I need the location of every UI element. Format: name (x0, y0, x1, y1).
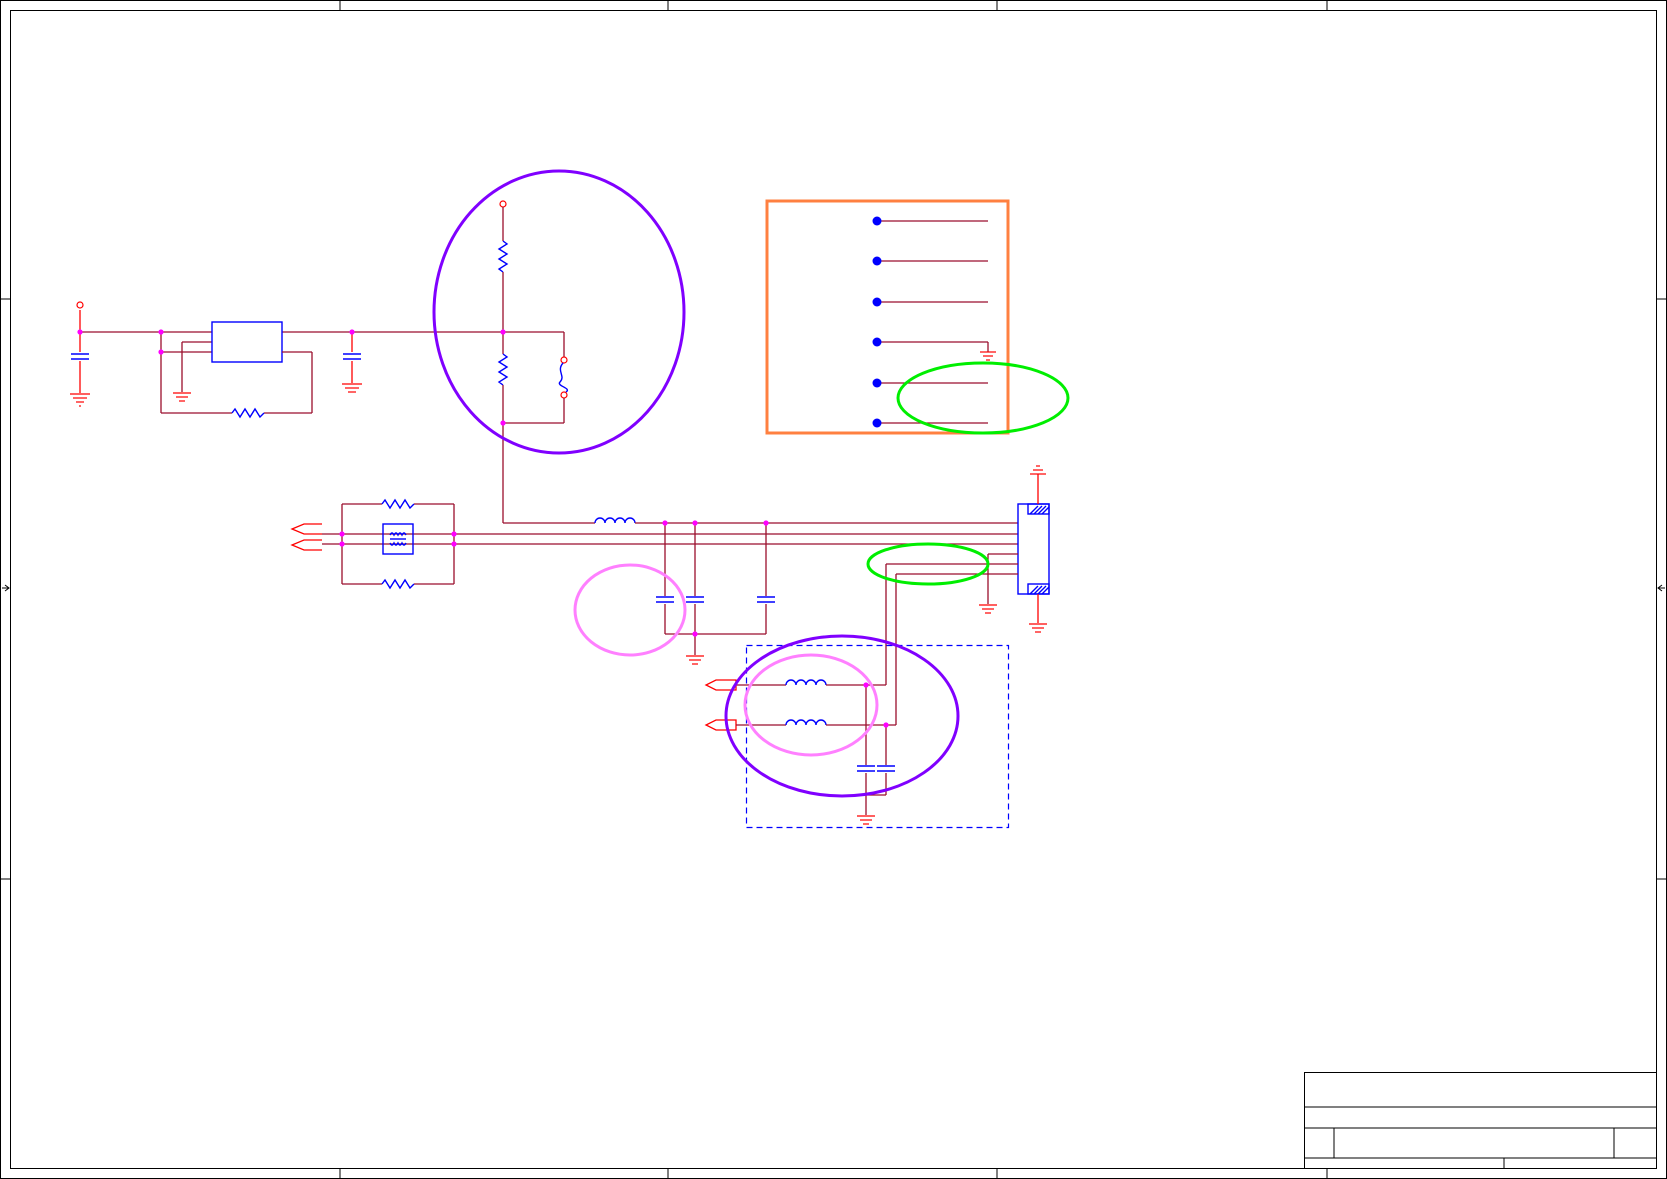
ground-symbol (70, 393, 90, 407)
power-port-circle (76, 301, 84, 309)
highlight-box-orange (765, 199, 1010, 435)
signal-port-2 (704, 719, 737, 731)
connector-pin-list (872, 216, 996, 428)
pin-dot (872, 337, 882, 347)
ground-symbol (173, 392, 191, 402)
power-inductor (594, 517, 636, 524)
capacitor-output (343, 353, 361, 360)
divider-section (497, 200, 569, 523)
emi-filter-section (704, 644, 1010, 829)
pin-dot (872, 378, 882, 388)
connector-body (1017, 503, 1050, 595)
diff-port-n (290, 539, 322, 551)
pin-dot (872, 418, 882, 428)
ground-symbol (979, 604, 997, 614)
ground-symbol (342, 383, 362, 393)
ground-symbol (686, 655, 704, 665)
pin-dot (872, 256, 882, 266)
filter-group-box (745, 644, 1010, 829)
filter-capacitor-2 (686, 596, 704, 603)
highlight-ellipse-pink-2 (743, 653, 879, 757)
title-block (1304, 1072, 1657, 1169)
diff-port-p (290, 523, 322, 535)
power-input-section (70, 301, 502, 419)
feedback-resistor (231, 407, 265, 419)
voltage-regulator-ic (211, 321, 283, 363)
filter-inductor-2 (785, 719, 827, 726)
output-connector (885, 465, 1050, 725)
ground-symbol (1029, 623, 1047, 633)
filter-capacitor-1 (656, 596, 674, 603)
schematic-sheet (0, 0, 1667, 1179)
test-point-top (499, 200, 507, 208)
filter-capacitor-a (857, 765, 875, 772)
fuse-link (558, 362, 569, 393)
filter-inductor-1 (785, 679, 827, 686)
filter-capacitor-3 (757, 596, 775, 603)
filter-capacitor-b (877, 765, 895, 772)
highlight-ellipse-pink-1 (573, 563, 687, 657)
ground-symbol (1030, 465, 1046, 475)
termination-resistor-top (381, 498, 415, 510)
ground-symbol (857, 815, 875, 825)
capacitor-input (71, 353, 89, 360)
review-annotations (432, 169, 1070, 798)
pulldown-resistor (497, 353, 509, 386)
sheet-border (0, 0, 1667, 1179)
pin-dot (872, 297, 882, 307)
ground-symbol (980, 351, 996, 361)
termination-resistor-bottom (381, 578, 415, 590)
highlight-ellipse-purple-1 (432, 169, 686, 455)
pin-dot (872, 216, 882, 226)
pullup-resistor (497, 240, 509, 273)
